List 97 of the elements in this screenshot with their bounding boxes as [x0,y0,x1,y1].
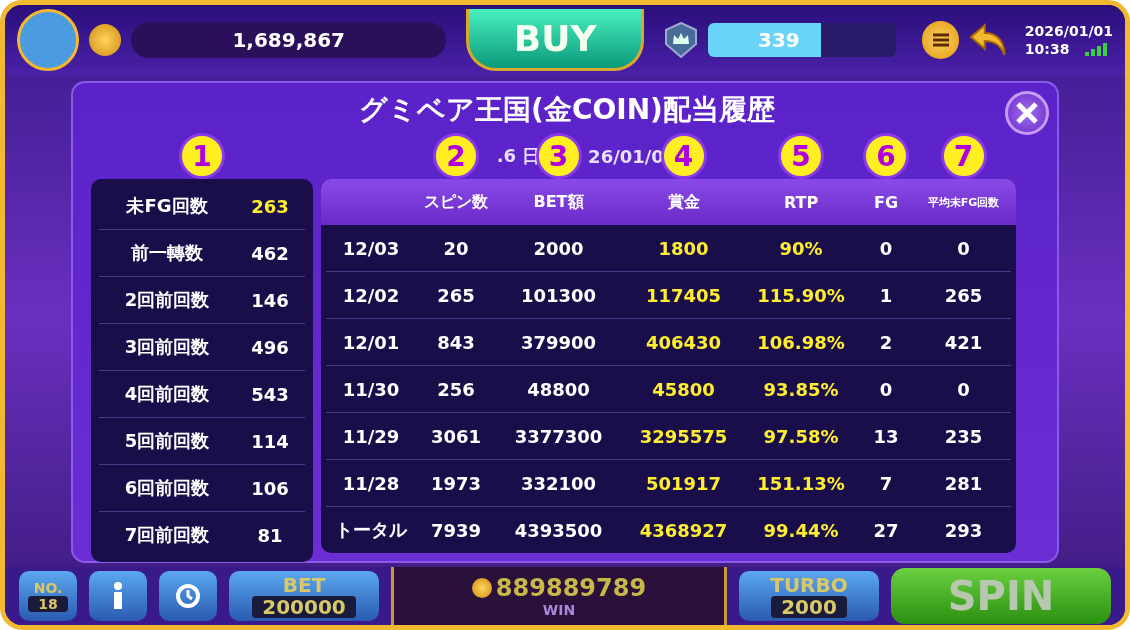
table-cell-text: 27 [872,519,900,541]
table-cell-text: 501917 [644,472,723,494]
table-cell-text: 235 [943,425,984,447]
info-button[interactable] [89,571,147,621]
table-cell-text: 3061 [429,425,483,447]
table-cell-text: 93.85% [762,378,840,400]
menu-button[interactable] [922,21,960,59]
table-cell-text: 0 [878,237,894,259]
history-button[interactable] [159,571,217,621]
number-badge: 7 [940,133,987,179]
menu-icon [930,32,951,48]
summary-label: 6回前回数 [123,476,211,500]
table-cell-text: 12/01 [341,331,401,353]
crown-shield-icon [664,22,698,58]
table-cell-text: 101300 [519,284,598,306]
number-badge: 5 [778,133,824,179]
table-cell-text: 1800 [657,237,710,259]
table-cell-text: 115.90% [756,284,846,306]
table-cell-text: 106.98% [756,331,846,353]
table-cell-text: 0 [956,237,971,259]
summary-label: 2回前回数 [123,288,211,312]
summary-value: 263 [250,195,290,217]
summary-label: 7回前回数 [123,523,211,547]
summary-value: 81 [256,524,284,546]
table-cell-text: 11/29 [341,425,401,447]
table-cell-text: 11/30 [341,378,401,400]
summary-label: 5回前回数 [123,429,211,453]
table-cell-text: 48800 [526,378,591,400]
number-badge: 6 [863,133,909,179]
coin-icon [471,578,492,598]
table-cell-text: 2 [878,331,894,353]
level-bar: 339 [708,23,896,57]
summary-value: 114 [250,430,290,452]
number-badge: 1 [179,133,225,179]
table-cell-text: 99.44% [762,519,840,541]
coin-icon [89,24,121,56]
signal-icon [1085,42,1110,56]
table-cell-text: 421 [943,331,984,353]
table-cell-text: 406430 [644,331,723,353]
summary-value: 462 [250,242,290,264]
table-cell-text: 12/02 [341,284,401,306]
table-cell-text: 11/28 [341,472,401,494]
number-button[interactable]: NO. 18 [19,571,77,621]
summary-value: 543 [250,383,290,405]
table-cell-text: 4393500 [513,519,604,541]
table-cell-text: 332100 [519,472,598,494]
bet-button[interactable]: BET 200000 [229,571,379,621]
table-cell-text: 281 [943,472,984,494]
table-cell-text: 45800 [651,378,716,400]
dialog-title: グミベア王国(金COIN)配当履歴 [359,92,775,128]
table-cell-text: 0 [956,378,971,400]
table-cell-text: 1 [878,284,894,306]
table-cell-text: 3377300 [513,425,604,447]
table-cell-text: 4368927 [638,519,729,541]
coin-balance: 1,689,867 [131,22,447,58]
table-cell-text: 3295575 [638,425,729,447]
column-header: BET額 [532,191,585,213]
column-header: 平均未FG回数 [926,194,1001,210]
table-cell-text: 90% [778,237,824,259]
table-cell-text: 265 [436,284,476,306]
clock-icon [175,581,201,611]
summary-label: 3回前回数 [123,335,211,359]
column-header: 賞金 [666,191,701,213]
close-icon [1015,101,1039,125]
table-cell-text: 13 [872,425,900,447]
win-label: WIN [542,602,576,618]
summary-value: 106 [250,477,290,499]
table-cell-text: 7939 [429,519,483,541]
table-cell-text: 20 [442,237,470,259]
summary-value: 146 [250,289,290,311]
table-cell-text: 265 [943,284,984,306]
table-cell-text: 0 [878,378,894,400]
table-cell-text: 7 [878,472,894,494]
table-cell-text: 117405 [644,284,723,306]
column-header: RTP [782,192,820,212]
table-cell-text: 97.58% [762,425,840,447]
table-cell-text: 2000 [532,237,585,259]
summary-label: 4回前回数 [123,382,211,406]
table-cell-text: 843 [436,331,476,353]
summary-label: 未FG回数 [125,194,209,218]
table-cell-text: トータル [334,518,409,542]
number-badge: 2 [433,133,479,179]
table-cell-text: 12/03 [341,237,401,259]
table-cell-text: 256 [436,378,476,400]
close-button[interactable] [1005,91,1049,135]
table-cell-text: 151.13% [756,472,846,494]
table-cell-text: 1973 [429,472,483,494]
summary-value: 496 [250,336,290,358]
table-cell-text: 379900 [519,331,598,353]
summary-label: 前一轉数 [130,241,204,265]
column-header: スピン数 [423,191,489,213]
time-text: 10:38 [1024,40,1070,58]
table-cell-text: 293 [943,519,984,541]
win-amount: 889889789 [495,574,647,602]
turbo-button[interactable]: TURBO 2000 [739,571,879,621]
date-text: 2026/01/01 [1024,22,1113,40]
column-header: FG [872,192,900,212]
